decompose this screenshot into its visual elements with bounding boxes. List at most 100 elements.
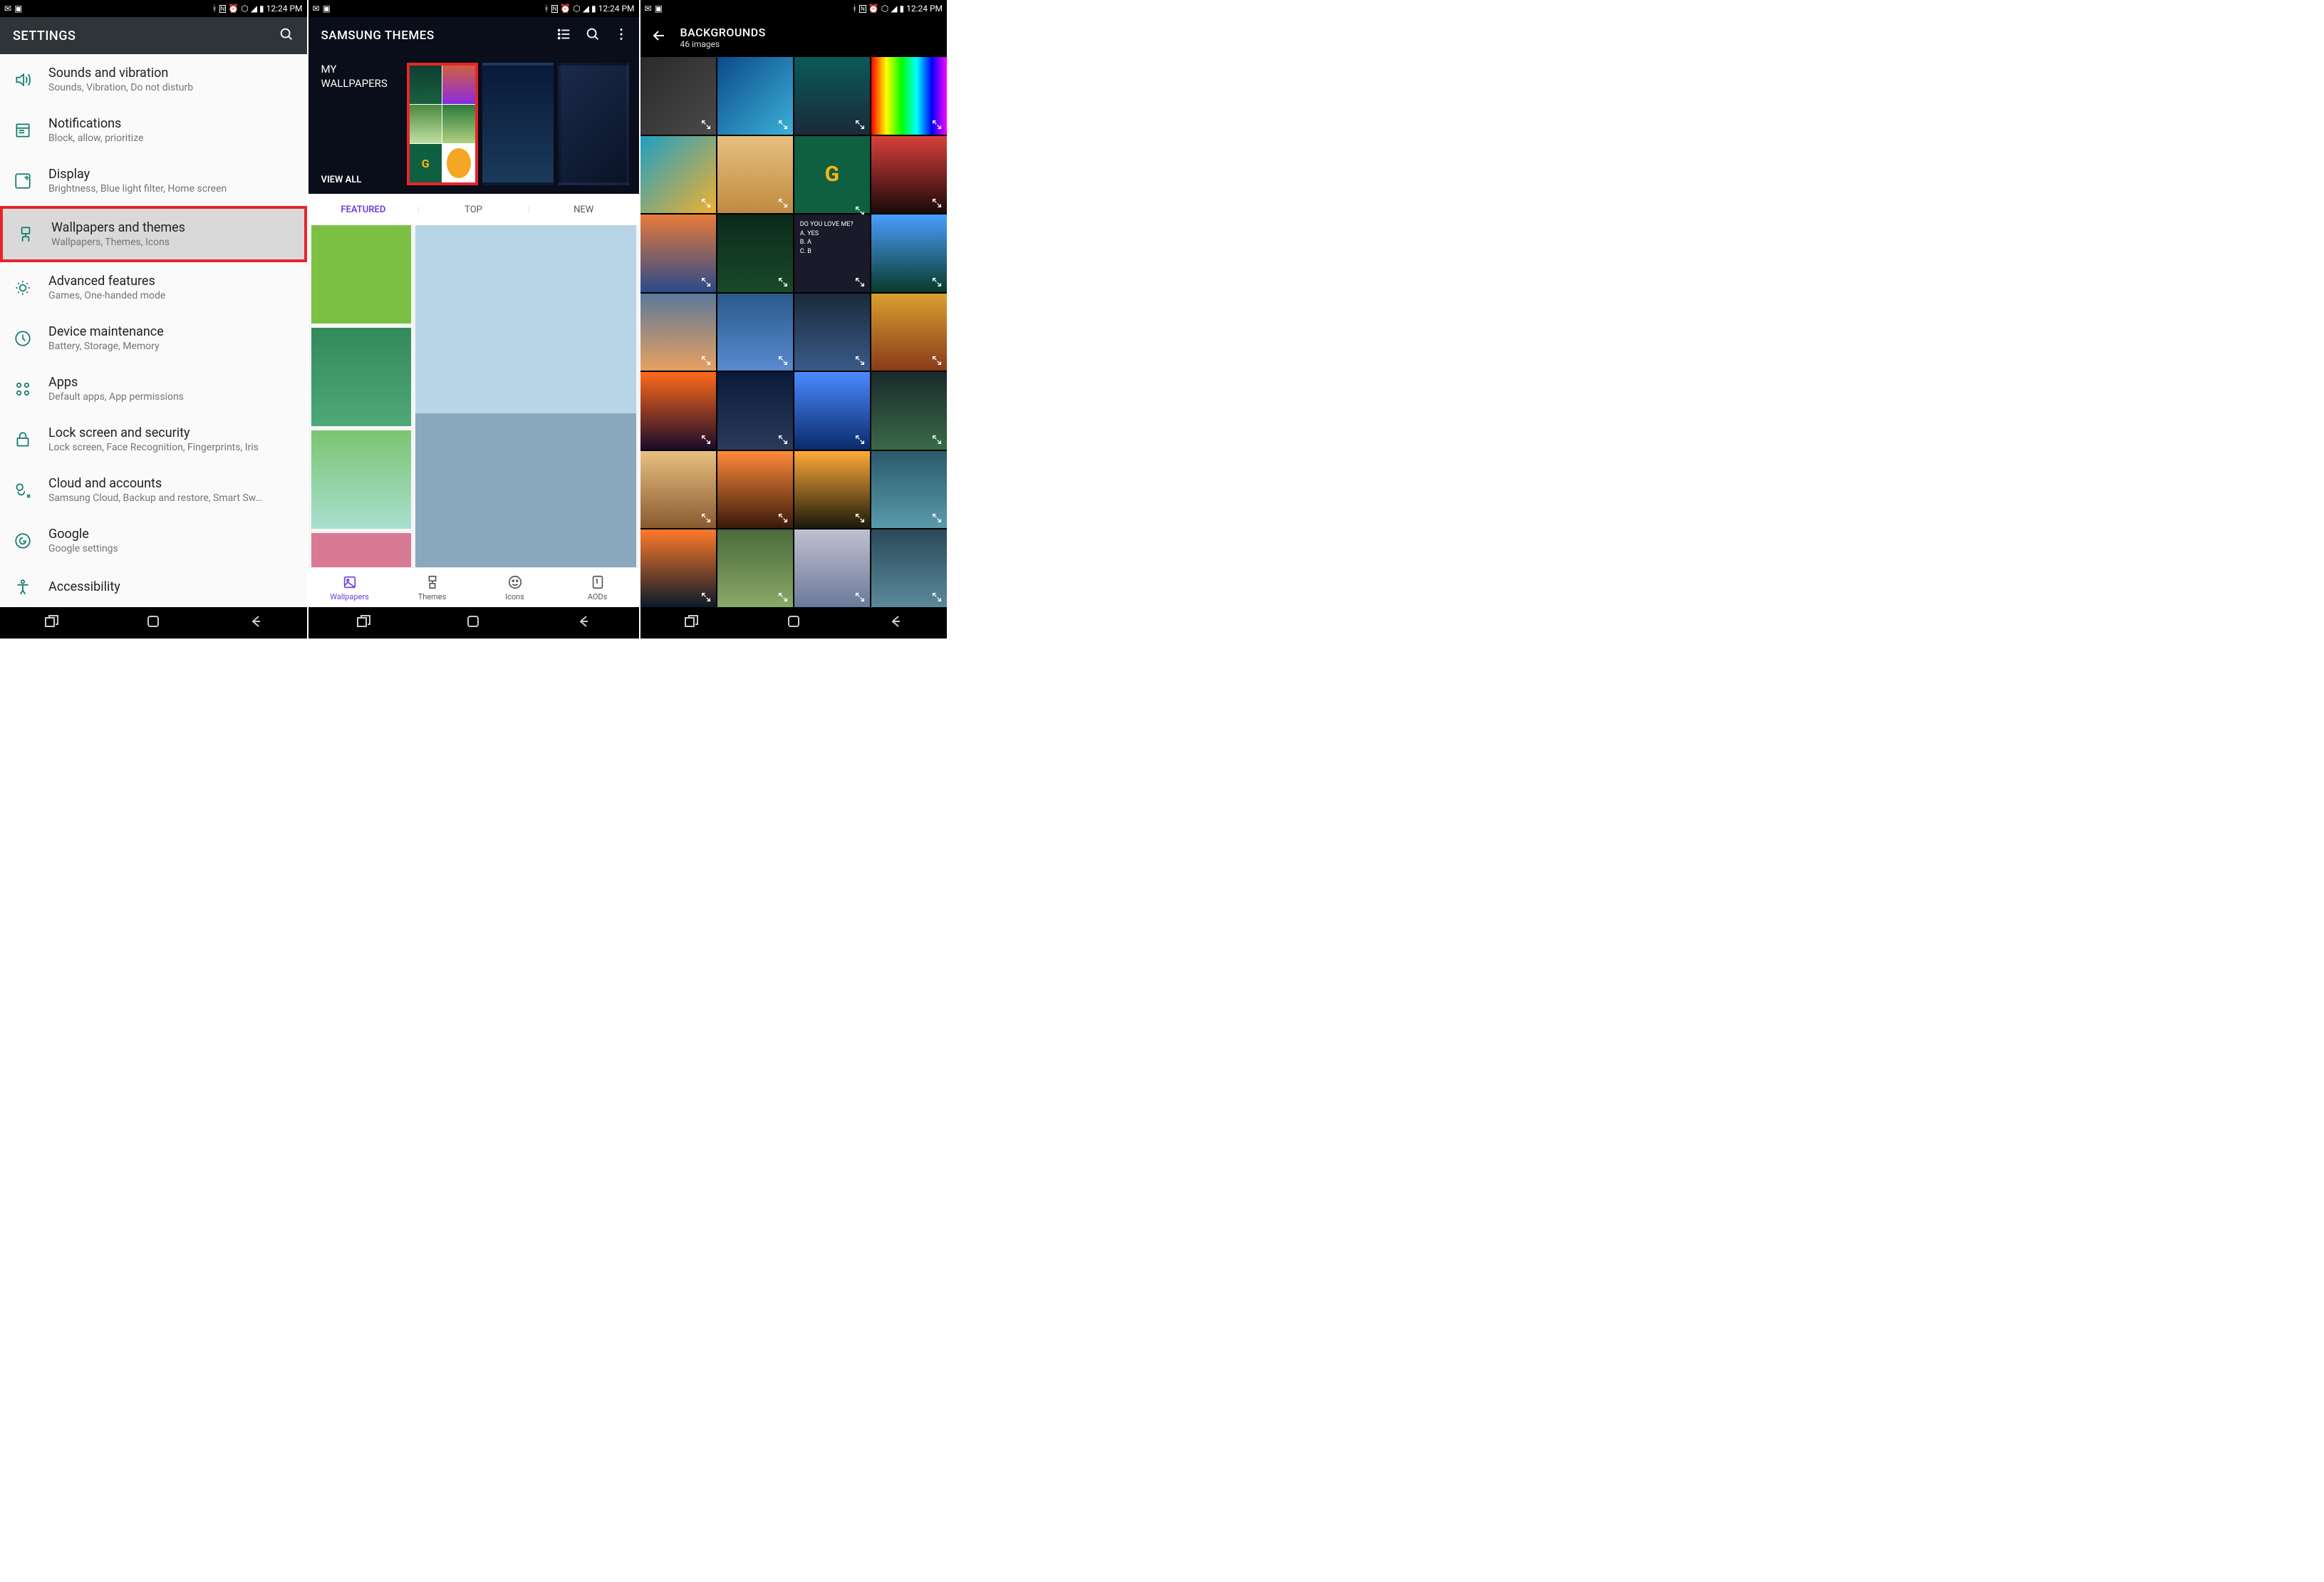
settings-item-title: Wallpapers and themes <box>51 220 291 235</box>
more-icon[interactable] <box>613 26 629 45</box>
background-tile[interactable] <box>717 372 793 450</box>
settings-item-cloud[interactable]: Cloud and accounts Samsung Cloud, Backup… <box>0 465 307 515</box>
settings-item-adv[interactable]: Advanced features Games, One-handed mode <box>0 262 307 313</box>
search-icon[interactable] <box>279 26 294 45</box>
background-tile[interactable] <box>871 57 947 135</box>
background-tile[interactable] <box>717 451 793 529</box>
bottomnav-wallpapers[interactable]: Wallpapers <box>308 568 391 607</box>
signal-icon: ◢ <box>891 4 897 14</box>
backgrounds-title: BACKGROUNDS <box>680 26 766 39</box>
background-tile[interactable] <box>794 294 870 371</box>
settings-item-title: Device maintenance <box>48 324 294 339</box>
list-icon[interactable] <box>556 26 572 45</box>
nav-back[interactable] <box>887 613 904 633</box>
background-tile[interactable] <box>871 136 947 214</box>
background-tile[interactable] <box>640 372 716 450</box>
tab-top[interactable]: TOP <box>418 205 529 215</box>
expand-icon <box>777 119 789 130</box>
expand-icon <box>777 434 789 445</box>
battery-icon: ▮ <box>899 4 904 14</box>
nav-home[interactable] <box>785 613 802 633</box>
nav-home[interactable] <box>465 613 482 633</box>
settings-item-lock[interactable]: Lock screen and security Lock screen, Fa… <box>0 414 307 465</box>
settings-item-sub: Samsung Cloud, Backup and restore, Smart… <box>48 492 294 504</box>
background-tile[interactable] <box>717 214 793 292</box>
background-tile[interactable] <box>640 294 716 371</box>
featured-tile[interactable] <box>415 225 636 567</box>
background-tile[interactable] <box>717 136 793 214</box>
settings-item-sounds[interactable]: Sounds and vibration Sounds, Vibration, … <box>0 54 307 105</box>
background-tile[interactable] <box>640 136 716 214</box>
background-tile[interactable] <box>640 57 716 135</box>
nav-home[interactable] <box>145 613 162 633</box>
nav-recent[interactable] <box>355 613 372 633</box>
settings-item-google[interactable]: Google Google settings <box>0 515 307 566</box>
nav-recent[interactable] <box>683 613 700 633</box>
background-tile[interactable] <box>794 529 870 607</box>
background-tile[interactable] <box>794 372 870 450</box>
alarm-icon: ⏰ <box>560 4 571 14</box>
featured-tile[interactable] <box>311 225 412 324</box>
battery-icon: ▮ <box>259 4 264 14</box>
lock-icon <box>13 430 33 450</box>
expand-icon <box>854 355 866 366</box>
background-tile[interactable] <box>794 57 870 135</box>
background-tile[interactable] <box>640 451 716 529</box>
background-tile[interactable]: G <box>794 136 870 214</box>
wallpaper-tile[interactable] <box>558 63 629 185</box>
nav-recent[interactable] <box>43 613 60 633</box>
expand-icon <box>931 591 943 603</box>
wallpaper-tile[interactable] <box>482 63 554 185</box>
screenshot-icon: ▣ <box>14 4 22 14</box>
bottomnav-icons[interactable]: Icons <box>474 568 556 607</box>
settings-item-apps[interactable]: Apps Default apps, App permissions <box>0 363 307 414</box>
backgrounds-grid: GDO YOU LOVE ME?A. YESB. AC. B <box>640 57 948 607</box>
settings-item-access[interactable]: Accessibility <box>0 566 307 607</box>
tab-featured[interactable]: FEATURED <box>308 205 419 215</box>
view-all-button[interactable]: VIEW ALL <box>321 175 400 185</box>
background-tile[interactable] <box>717 57 793 135</box>
settings-item-maint[interactable]: Device maintenance Battery, Storage, Mem… <box>0 313 307 363</box>
bluetooth-icon: ᚼ <box>852 4 857 14</box>
background-tile[interactable] <box>717 529 793 607</box>
background-tile[interactable] <box>871 294 947 371</box>
background-tile[interactable] <box>640 214 716 292</box>
expand-icon <box>777 276 789 288</box>
background-tile[interactable] <box>871 372 947 450</box>
background-tile[interactable] <box>871 214 947 292</box>
nav-back[interactable] <box>575 613 592 633</box>
bottomnav-aods[interactable]: AODs <box>556 568 639 607</box>
background-tile[interactable] <box>717 294 793 371</box>
expand-icon <box>931 276 943 288</box>
expand-icon <box>854 512 866 524</box>
background-tile[interactable]: DO YOU LOVE ME?A. YESB. AC. B <box>794 214 870 292</box>
featured-tile[interactable] <box>311 430 412 529</box>
status-bar: ✉▣ ᚼN⏰⬡◢▮12:24 PM <box>308 0 639 17</box>
tab-new[interactable]: NEW <box>529 205 639 215</box>
settings-item-notif[interactable]: Notifications Block, allow, prioritize <box>0 105 307 155</box>
bottom-nav: WallpapersThemesIconsAODs <box>308 567 639 607</box>
search-icon[interactable] <box>585 26 601 45</box>
expand-icon <box>931 434 943 445</box>
settings-item-title: Cloud and accounts <box>48 476 294 491</box>
nav-back[interactable] <box>247 613 264 633</box>
signal-icon: ◢ <box>583 4 589 14</box>
settings-item-title: Display <box>48 167 294 182</box>
featured-tile[interactable] <box>311 533 412 567</box>
expand-icon <box>700 591 712 603</box>
wifi-icon: ⬡ <box>881 4 888 14</box>
expand-icon <box>777 197 789 209</box>
background-tile[interactable] <box>871 529 947 607</box>
background-tile[interactable] <box>640 529 716 607</box>
settings-item-display[interactable]: Display Brightness, Blue light filter, H… <box>0 155 307 206</box>
settings-item-title: Sounds and vibration <box>48 66 294 81</box>
background-tile[interactable] <box>794 451 870 529</box>
wallpaper-gallery-tile[interactable]: G <box>407 63 478 185</box>
settings-item-wall[interactable]: Wallpapers and themes Wallpapers, Themes… <box>0 206 307 262</box>
featured-tile[interactable] <box>311 328 412 426</box>
bottomnav-themes[interactable]: Themes <box>391 568 474 607</box>
back-icon[interactable] <box>650 27 668 47</box>
background-tile[interactable] <box>871 451 947 529</box>
clock-text: 12:24 PM <box>266 4 303 14</box>
adv-icon <box>13 278 33 298</box>
